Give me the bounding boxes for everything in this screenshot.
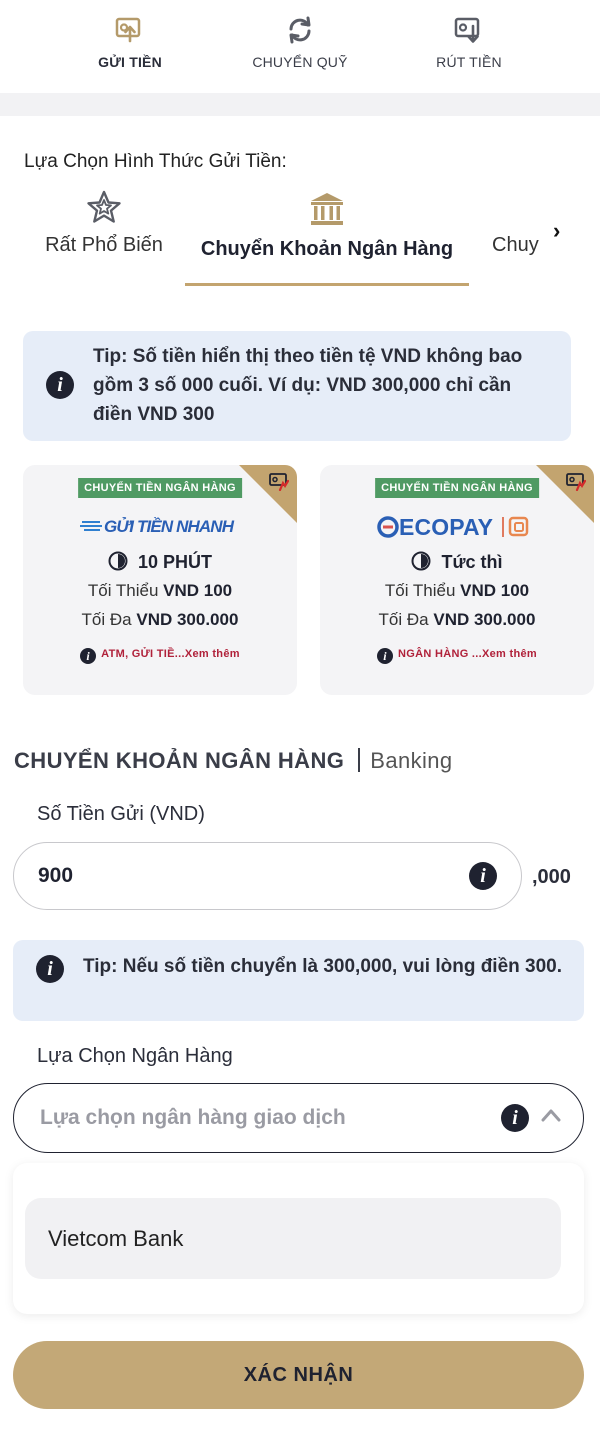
info-icon: i — [46, 371, 74, 399]
min-limit: Tối Thiểu VND 100 — [320, 581, 594, 601]
max-label: Tối Đa — [81, 610, 132, 629]
bank-card-icon — [269, 473, 289, 491]
min-limit: Tối Thiểu VND 100 — [23, 581, 297, 601]
info-icon[interactable]: i — [501, 1104, 529, 1132]
tip-box: i Tip: Nếu số tiền chuyển là 300,000, vu… — [13, 940, 584, 1021]
processing-time: 10 PHÚT — [23, 551, 297, 573]
tab-deposit-label: GỬI TIỀN — [98, 54, 162, 70]
ecopay-logo: ECOPAY — [320, 513, 594, 540]
see-more-text: ATM, GỬI TIỀ...Xem thêm — [101, 648, 240, 660]
withdraw-icon — [454, 17, 480, 43]
logo-text: GỬI TIỀN NHANH — [104, 517, 235, 536]
chevron-up-icon[interactable] — [541, 1108, 561, 1122]
active-method-underline — [185, 283, 469, 286]
processing-time: Tức thì — [320, 551, 594, 573]
info-icon: i — [377, 648, 394, 664]
processing-time-text: Tức thì — [441, 552, 503, 572]
bank-label: Lựa Chọn Ngân Hàng — [37, 1045, 233, 1067]
max-value: VND 300.000 — [433, 610, 536, 629]
form-heading: CHUYỂN KHOẢN NGÂN HÀNG Banking — [14, 748, 453, 774]
top-nav: GỬI TIỀN CHUYỂN QUỸ RÚT TIỀN — [0, 0, 600, 93]
max-label: Tối Đa — [378, 610, 429, 629]
tab-deposit[interactable]: GỬI TIỀN — [60, 16, 200, 70]
info-icon: i — [36, 955, 64, 983]
method-popular[interactable]: Rất Phổ Biến — [45, 190, 163, 257]
bank-card-icon — [566, 473, 586, 491]
bank-icon — [311, 193, 343, 225]
deposit-icon — [115, 17, 141, 43]
card-badge: CHUYỂN TIỀN NGÂN HÀNG — [375, 478, 539, 498]
method-tabs: Rất Phổ Biến Chuyển Khoản Ngân Hàng Chuy — [0, 190, 600, 290]
method-popular-label: Rất Phổ Biến — [45, 234, 163, 256]
clock-icon — [108, 551, 128, 571]
method-next-partial-label: Chuy — [492, 234, 539, 256]
method-section-title: Lựa Chọn Hình Thức Gửi Tiền: — [24, 151, 287, 172]
max-value: VND 300.000 — [136, 610, 239, 629]
method-bank-transfer[interactable]: Chuyển Khoản Ngân Hàng — [188, 190, 466, 261]
see-more-link[interactable]: i ATM, GỬI TIỀ...Xem thêm — [23, 648, 297, 664]
amount-input[interactable]: 900 i — [13, 842, 522, 910]
method-bank-transfer-label: Chuyển Khoản Ngân Hàng — [200, 238, 454, 260]
confirm-button[interactable]: XÁC NHẬN — [13, 1341, 584, 1409]
payment-channel-card[interactable]: CHUYỂN TIỀN NGÂN HÀNG ECOPAY Tức thì Tối… — [320, 465, 594, 695]
info-icon[interactable]: i — [469, 862, 497, 890]
gui-tien-nhanh-logo: GỬI TIỀN NHANH — [23, 513, 297, 539]
see-more-text: NGÂN HÀNG ...Xem thêm — [398, 648, 537, 660]
min-value: VND 100 — [460, 581, 530, 600]
info-icon: i — [80, 648, 97, 664]
bank-select-placeholder: Lựa chọn ngân hàng giao dịch — [40, 1106, 346, 1129]
tab-withdraw[interactable]: RÚT TIỀN — [399, 16, 539, 70]
amount-value: 900 — [38, 864, 74, 887]
heading-divider — [358, 748, 361, 772]
amount-suffix: ,000 — [532, 866, 571, 888]
card-badge: CHUYỂN TIỀN NGÂN HÀNG — [78, 478, 242, 498]
see-more-link[interactable]: i NGÂN HÀNG ...Xem thêm — [320, 648, 594, 664]
bank-select[interactable]: Lựa chọn ngân hàng giao dịch i — [13, 1083, 584, 1153]
tip-text: Tip: Nếu số tiền chuyển là 300,000, vui … — [83, 956, 563, 977]
tab-transfer-label: CHUYỂN QUỸ — [252, 54, 348, 70]
min-label: Tối Thiểu — [87, 581, 159, 600]
logo-text: ECOPAY — [399, 514, 493, 540]
max-limit: Tối Đa VND 300.000 — [23, 610, 297, 630]
processing-time-text: 10 PHÚT — [137, 552, 213, 572]
payment-channel-card[interactable]: CHUYỂN TIỀN NGÂN HÀNG GỬI TIỀN NHANH 10 … — [23, 465, 297, 695]
tab-transfer[interactable]: CHUYỂN QUỸ — [230, 16, 370, 70]
star-icon — [87, 190, 121, 223]
form-heading-sub: Banking — [370, 748, 453, 773]
method-next-partial[interactable]: Chuy — [492, 190, 552, 257]
scroll-right-arrow[interactable]: › — [553, 218, 560, 244]
amount-label: Số Tiền Gửi (VND) — [37, 803, 205, 825]
clock-icon — [411, 551, 431, 571]
form-heading-main: CHUYỂN KHOẢN NGÂN HÀNG — [14, 748, 345, 773]
tab-withdraw-label: RÚT TIỀN — [436, 54, 502, 70]
tip-box: i Tip: Số tiền hiển thị theo tiền tệ VND… — [23, 331, 571, 441]
min-label: Tối Thiểu — [384, 581, 456, 600]
bank-dropdown: Vietcom Bank — [13, 1163, 584, 1314]
bank-option-label: Vietcom Bank — [48, 1226, 184, 1251]
min-value: VND 100 — [163, 581, 233, 600]
max-limit: Tối Đa VND 300.000 — [320, 610, 594, 630]
tip-text: Tip: Số tiền hiển thị theo tiền tệ VND k… — [93, 346, 523, 425]
transfer-icon — [289, 16, 311, 44]
bank-option[interactable]: Vietcom Bank — [25, 1198, 561, 1279]
